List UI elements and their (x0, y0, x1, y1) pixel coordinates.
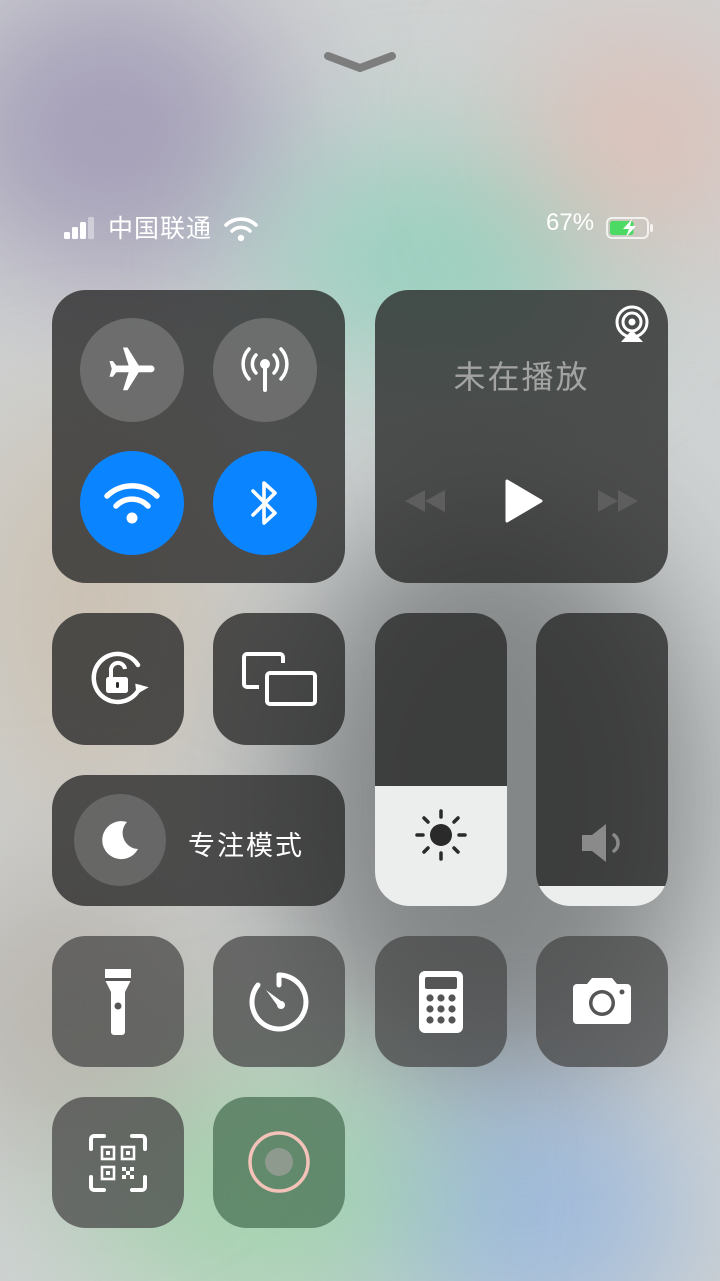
signal-bar (88, 217, 94, 239)
flashlight-button[interactable] (52, 936, 184, 1067)
flashlight-icon (105, 969, 131, 1035)
volume-level (536, 885, 668, 906)
airplane-icon (109, 347, 155, 391)
signal-bar (72, 227, 78, 239)
cellular-data-toggle[interactable] (213, 318, 317, 422)
sun-icon (415, 809, 467, 861)
chevron-down-icon[interactable] (320, 44, 400, 80)
volume-slider[interactable] (536, 613, 668, 906)
focus-mode-label: 专注模式 (188, 831, 304, 861)
screen-mirroring-icon (242, 652, 317, 706)
battery-charging-icon (606, 217, 653, 239)
cellular-antenna-icon (241, 347, 289, 392)
signal-bar (80, 222, 86, 239)
timer-button[interactable] (213, 936, 345, 1067)
wifi-icon (104, 483, 160, 524)
cellular-signal-icon (64, 217, 100, 239)
screen-mirroring-button[interactable] (213, 613, 345, 745)
screen-record-icon (248, 1131, 310, 1193)
bluetooth-icon (251, 481, 277, 525)
wifi-status-icon (224, 217, 258, 242)
camera-button[interactable] (536, 936, 668, 1067)
bluetooth-toggle[interactable] (213, 451, 317, 555)
focus-mode-toggle[interactable] (74, 794, 166, 886)
brightness-slider[interactable] (375, 613, 507, 906)
now-playing-title: 未在播放 (453, 359, 590, 395)
rotation-lock-icon (91, 651, 149, 705)
speaker-icon (582, 824, 620, 862)
timer-icon (249, 972, 309, 1032)
wifi-toggle[interactable] (80, 451, 184, 555)
airplay-audio-icon[interactable] (612, 304, 652, 344)
airplane-mode-toggle[interactable] (80, 318, 184, 422)
screen-record-button[interactable] (213, 1097, 345, 1228)
rotation-lock-button[interactable] (52, 613, 184, 745)
signal-bar (64, 232, 70, 239)
carrier-name: 中国联通 (108, 215, 213, 243)
qr-code-scanner-button[interactable] (52, 1097, 184, 1228)
calculator-icon (419, 971, 463, 1033)
rewind-icon[interactable] (403, 486, 447, 516)
fast-forward-icon[interactable] (596, 486, 640, 516)
play-icon[interactable] (503, 478, 543, 524)
camera-icon (573, 978, 631, 1024)
status-bar: 中国联通 67% (0, 205, 720, 249)
qr-code-scanner-icon (89, 1134, 147, 1192)
moon-icon (102, 821, 138, 860)
calculator-button[interactable] (375, 936, 507, 1067)
battery-percent: 67% (546, 209, 595, 236)
